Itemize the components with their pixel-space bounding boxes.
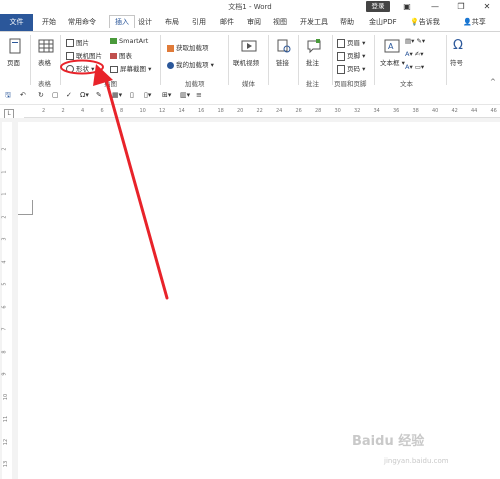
watermark-url: jingyan.baidu.com: [384, 457, 449, 465]
red-arrow-annotation: [93, 64, 169, 300]
baidu-watermark: Baidu 经验: [352, 434, 425, 449]
